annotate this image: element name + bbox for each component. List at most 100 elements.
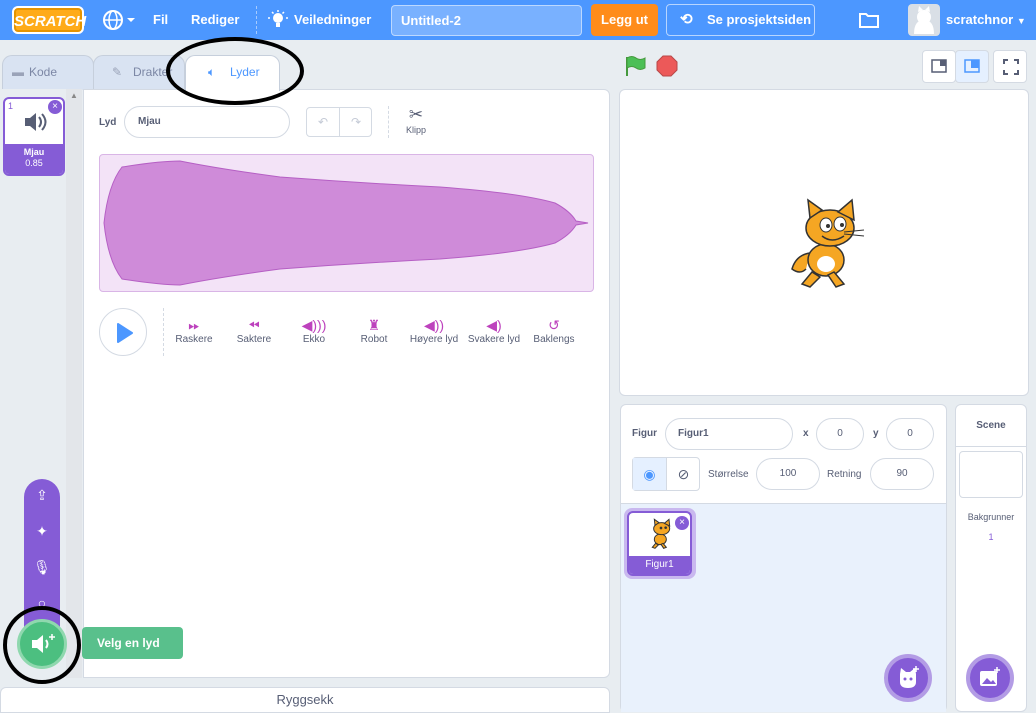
effect-louder-label: Høyere lyd: [409, 334, 459, 345]
code-blocks-icon: ▬: [12, 65, 24, 79]
backdrops-label: Bakgrunner: [967, 512, 1015, 522]
sound-item-speaker-icon: [25, 113, 47, 131]
waveform-graphic: [103, 160, 589, 286]
username-menu[interactable]: scratchnor ▼: [946, 0, 1026, 41]
language-globe-icon[interactable]: [102, 8, 136, 32]
fast-forward-icon: ⏩︎: [188, 317, 200, 333]
y-position-input[interactable]: 0: [886, 418, 934, 450]
redo-icon[interactable]: ↷: [340, 108, 372, 136]
effect-softer-label: Svakere lyd: [467, 334, 521, 345]
sprite-name-input[interactable]: Figur1: [665, 418, 793, 450]
rewind-icon: ⏪︎: [248, 317, 260, 333]
scroll-up-arrow-icon[interactable]: ▲: [70, 91, 78, 100]
effect-louder-button[interactable]: ◀)) Høyere lyd: [404, 316, 464, 345]
effect-robot-button[interactable]: ♜ Robot: [344, 316, 404, 345]
play-sound-button[interactable]: [99, 308, 147, 356]
effect-slower-button[interactable]: ⏪︎ Saktere: [224, 316, 284, 345]
surprise-sparkle-icon[interactable]: ✦: [24, 513, 60, 549]
project-title-input[interactable]: Untitled-2: [391, 5, 582, 36]
choose-sprite-button[interactable]: [884, 654, 932, 702]
tab-code-label: Kode: [29, 65, 58, 79]
tutorials-menu[interactable]: Veiledninger: [294, 0, 371, 40]
effect-reverse-label: Baklengs: [533, 334, 575, 345]
sound-name-input[interactable]: Mjau: [124, 106, 290, 138]
cat-sprite-on-stage[interactable]: [780, 198, 870, 290]
stage-canvas[interactable]: [619, 89, 1029, 396]
stage-title: Scene: [956, 405, 1026, 447]
effect-echo-button[interactable]: ◀))) Ekko: [284, 316, 344, 345]
user-avatar[interactable]: [908, 4, 940, 36]
x-position-input[interactable]: 0: [816, 418, 864, 450]
y-label: y: [873, 428, 879, 439]
cat-thumbnail: [651, 518, 671, 549]
effect-reverse-button[interactable]: ↺ Baklengs: [524, 316, 584, 345]
choose-sound-tooltip: Velg en lyd: [82, 627, 183, 659]
delete-sprite-close-icon[interactable]: ×: [675, 516, 689, 530]
effect-faster-button[interactable]: ⏩︎ Raskere: [164, 316, 224, 345]
undo-icon[interactable]: ↶: [307, 108, 340, 136]
highlight-circle-add-sound: [3, 606, 81, 684]
show-eye-icon[interactable]: ◉: [633, 458, 667, 490]
add-sprite-cat-icon: [900, 666, 919, 688]
effect-slower-label: Saktere: [236, 334, 272, 345]
lightbulb-icon: [268, 10, 288, 30]
small-stage-icon: [931, 59, 947, 73]
sound-item-duration: 0.85: [25, 158, 43, 168]
echo-icon: ◀))): [301, 317, 327, 333]
file-menu[interactable]: Fil: [153, 0, 168, 40]
sound-waveform[interactable]: [99, 154, 594, 292]
chevron-down-icon: ▼: [1016, 16, 1026, 26]
softer-icon: ◀): [486, 317, 502, 333]
edit-menu[interactable]: Rediger: [191, 0, 239, 40]
backdrop-count: 1: [988, 532, 994, 542]
menu-divider: [256, 6, 257, 34]
choose-backdrop-button[interactable]: [966, 654, 1014, 702]
scratch-logo[interactable]: SCRATCH: [12, 6, 86, 34]
my-stuff-folder-icon[interactable]: [858, 10, 880, 30]
undo-redo-group: ↶ ↷: [306, 107, 372, 137]
trim-button[interactable]: ✂ Klipp: [400, 105, 432, 141]
small-stage-button[interactable]: [922, 50, 956, 83]
visibility-toggle: ◉ ⊘: [632, 457, 700, 491]
sound-list-scrollbar[interactable]: ▲: [66, 89, 82, 678]
robot-icon: ♜: [367, 317, 381, 333]
sprite-name-label: Figur: [632, 428, 657, 439]
fullscreen-button[interactable]: [993, 50, 1027, 83]
sprite-tile-label: Figur1: [629, 556, 690, 574]
see-project-page-button[interactable]: ⟲ Se prosjektsiden: [666, 4, 815, 36]
louder-icon: ◀)): [423, 317, 445, 333]
delete-sound-close-icon[interactable]: ×: [48, 100, 62, 114]
hide-eye-slash-icon[interactable]: ⊘: [667, 458, 700, 490]
see-project-page-label: Se prosjektsiden: [707, 12, 812, 27]
size-input[interactable]: 100: [756, 458, 820, 490]
direction-input[interactable]: 90: [870, 458, 934, 490]
sound-item-name: Mjau: [23, 147, 45, 157]
stop-sign-icon[interactable]: [656, 55, 678, 77]
backdrop-thumbnail[interactable]: [959, 451, 1023, 498]
tab-code[interactable]: ▬ Kode: [2, 55, 94, 90]
highlight-ellipse-sounds-tab: [166, 37, 304, 105]
backpack-bar[interactable]: Ryggsekk: [0, 687, 610, 713]
effect-robot-label: Robot: [360, 334, 388, 345]
scissors-icon: ✂: [408, 105, 424, 124]
record-microphone-icon[interactable]: 🎙︎: [24, 549, 60, 585]
upload-sound-icon[interactable]: ⇪: [24, 477, 60, 513]
project-page-icon: ⟲: [680, 11, 693, 28]
normal-stage-button[interactable]: [955, 50, 989, 83]
size-label: Størrelse: [708, 469, 749, 480]
sound-item-index: 1: [8, 101, 14, 111]
effect-echo-label: Ekko: [302, 334, 326, 345]
paintbrush-icon: ✎: [112, 65, 123, 79]
play-icon: [117, 323, 133, 343]
add-backdrop-image-icon: [980, 667, 1000, 686]
toolbar-divider: [388, 106, 389, 138]
effect-faster-label: Raskere: [175, 334, 213, 345]
share-button[interactable]: Legg ut: [591, 4, 658, 36]
sound-item-label: Mjau 0.85: [5, 144, 63, 174]
fullscreen-icon: [1003, 59, 1019, 75]
username-label: scratchnor: [946, 12, 1014, 27]
trim-label: Klipp: [405, 125, 426, 135]
x-label: x: [803, 428, 809, 439]
effect-softer-button[interactable]: ◀) Svakere lyd: [464, 316, 524, 345]
green-flag-icon[interactable]: [624, 55, 646, 77]
